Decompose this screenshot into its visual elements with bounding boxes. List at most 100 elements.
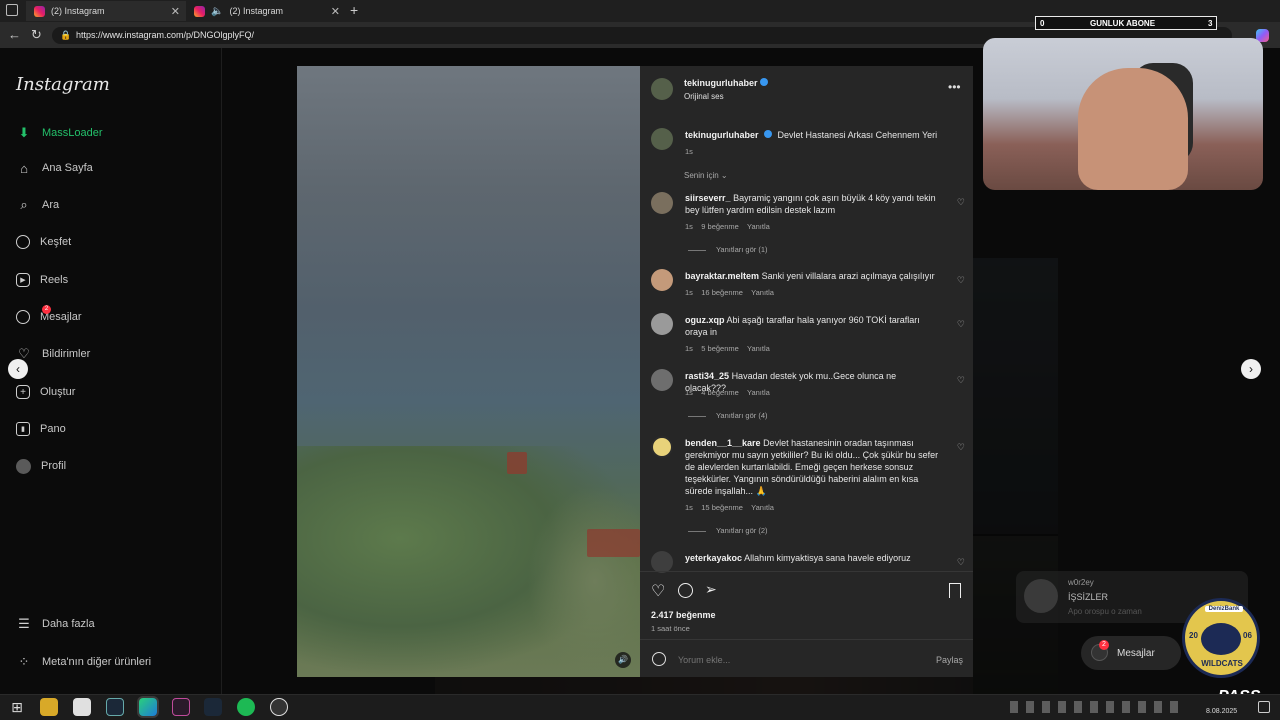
close-tab-icon[interactable]: ✕ <box>171 5 180 18</box>
sidebar-item-reels[interactable]: ▶ Reels <box>16 271 68 289</box>
avatar[interactable] <box>651 128 673 150</box>
avatar[interactable] <box>651 78 673 100</box>
sort-dropdown[interactable]: Senin için ⌄ <box>684 171 728 180</box>
comment: bayraktar.meltem Sanki yeni villalara ar… <box>685 270 937 282</box>
previous-post-button[interactable]: ‹ <box>8 359 28 379</box>
comment-likes[interactable]: 5 beğenme <box>701 344 739 353</box>
like-comment-icon[interactable]: ♡ <box>957 275 965 286</box>
like-comment-icon[interactable]: ♡ <box>957 319 965 330</box>
tab-instagram-2[interactable]: 🔈 (2) Instagram ✕ <box>186 1 346 21</box>
reply-button[interactable]: Yanıtla <box>751 503 774 512</box>
sidebar-item-search[interactable]: ⌕ Ara <box>16 196 59 214</box>
view-replies[interactable]: Yanıtları gör (4) <box>688 411 768 420</box>
sidebar-item-dashboard[interactable]: ▮ Pano <box>16 420 66 438</box>
tab-instagram-1[interactable]: (2) Instagram ✕ <box>26 1 186 21</box>
like-comment-icon[interactable]: ♡ <box>957 197 965 208</box>
comment-user[interactable]: benden__1__kare <box>685 438 761 448</box>
avatar[interactable] <box>651 369 673 391</box>
search-icon: ⌕ <box>20 197 28 212</box>
like-icon[interactable]: ♡ <box>651 581 665 601</box>
sidebar-item-home[interactable]: ⌂ Ana Sayfa <box>16 159 93 177</box>
sidebar-item-more[interactable]: ☰ Daha fazla <box>16 615 94 633</box>
sidebar-item-meta[interactable]: ⁘ Meta'nın diğer ürünleri <box>16 653 152 671</box>
emoji-icon[interactable] <box>652 652 666 666</box>
comment-user[interactable]: oguz.xqp <box>685 315 725 325</box>
site-info-icon[interactable]: 🔒 <box>60 27 71 44</box>
sidebar-item-label: Pano <box>40 423 66 435</box>
comment-likes[interactable]: 15 beğenme <box>701 503 743 512</box>
next-post-button[interactable]: › <box>1241 359 1261 379</box>
messages-chip[interactable]: 2 Mesajlar <box>1081 636 1181 670</box>
view-replies[interactable]: Yanıtları gör (2) <box>688 526 768 535</box>
instagram-sidebar <box>0 48 222 694</box>
share-icon[interactable]: ➢ <box>705 581 717 598</box>
save-icon[interactable] <box>949 583 961 598</box>
reply-button[interactable]: Yanıtla <box>747 222 770 231</box>
post-video[interactable]: 🔊 <box>297 66 640 677</box>
like-comment-icon[interactable]: ♡ <box>957 442 965 453</box>
app-icon[interactable] <box>172 698 190 716</box>
audio-label[interactable]: Orijinal ses <box>684 92 724 101</box>
avatar[interactable] <box>651 436 673 458</box>
sidebar-item-explore[interactable]: Keşfet <box>16 233 71 251</box>
comment-user[interactable]: rasti34_25 <box>685 371 729 381</box>
windows-start-icon[interactable]: ⊞ <box>8 698 26 716</box>
refresh-icon[interactable]: ↻ <box>31 27 42 43</box>
file-explorer-icon[interactable] <box>40 698 58 716</box>
sub-label: GUNLUK ABONE <box>1090 19 1156 28</box>
instagram-favicon-icon <box>34 5 45 17</box>
sidebar-item-messages[interactable]: 2 Mesajlar <box>16 305 82 326</box>
notification-icon[interactable] <box>1258 701 1270 713</box>
sidebar-item-label: Profil <box>41 460 67 472</box>
reply-button[interactable]: Yanıtla <box>751 288 774 297</box>
avatar[interactable] <box>651 313 673 335</box>
volume-icon[interactable]: 🔊 <box>615 652 631 668</box>
obs-icon[interactable] <box>270 698 288 716</box>
comment-user[interactable]: siirseverr_ <box>685 193 731 203</box>
comment-likes[interactable]: 16 beğenme <box>701 288 743 297</box>
avatar[interactable] <box>651 269 673 291</box>
comment-text: Sanki yeni villalara arazi açılmaya çalı… <box>761 271 935 281</box>
sidebar-item-profile[interactable]: Profil <box>16 457 66 475</box>
sidebar-item-massloader[interactable]: ⬇ MassLoader <box>16 124 103 142</box>
instagram-favicon-icon <box>194 5 205 17</box>
comment-user[interactable]: bayraktar.meltem <box>685 271 759 281</box>
avatar[interactable] <box>651 192 673 214</box>
reply-button[interactable]: Yanıtla <box>747 344 770 353</box>
store-icon[interactable] <box>73 698 91 716</box>
likes-count[interactable]: 2.417 beğenme <box>651 610 716 620</box>
system-tray-icons[interactable] <box>1010 701 1180 713</box>
comment-input[interactable] <box>678 653 908 667</box>
sidebar-item-create[interactable]: + Oluştur <box>16 383 75 401</box>
comment-likes[interactable]: 4 beğenme <box>701 388 739 397</box>
comment-likes[interactable]: 9 beğenme <box>701 222 739 231</box>
new-tab-button[interactable]: + <box>350 2 358 18</box>
streamer <box>1078 68 1188 190</box>
more-options-icon[interactable]: ••• <box>948 80 961 94</box>
view-replies[interactable]: Yanıtları gör (1) <box>688 245 768 254</box>
sidebar-item-notifications[interactable]: ♡ Bildirimler <box>16 345 90 363</box>
close-tab-icon[interactable]: ✕ <box>331 5 340 18</box>
share-comment-button[interactable]: Paylaş <box>936 655 963 665</box>
steam-icon[interactable] <box>106 698 124 716</box>
avatar[interactable] <box>651 551 673 573</box>
like-comment-icon[interactable]: ♡ <box>957 557 965 568</box>
like-comment-icon[interactable]: ♡ <box>957 375 965 386</box>
steam-icon[interactable] <box>204 698 222 716</box>
reply-button[interactable]: Yanıtla <box>747 388 770 397</box>
clock-date: 8.08.2025 <box>1206 708 1238 715</box>
caption-author[interactable]: tekinugurluhaber <box>685 130 759 140</box>
posted-time: 1 saat önce <box>651 624 690 633</box>
instagram-logo[interactable]: Instagram <box>16 74 110 95</box>
comment-user[interactable]: yeterkayakoc <box>685 553 742 563</box>
speaker-icon[interactable]: 🔈 <box>211 6 223 17</box>
comment-time: 1s <box>685 344 693 353</box>
comment-text: Allahım kimyaktisya sana havele ediyoruz <box>744 553 911 563</box>
comment-icon[interactable] <box>678 583 693 598</box>
back-icon[interactable]: ← <box>8 27 21 42</box>
edge-icon[interactable] <box>139 698 157 716</box>
wildcats-logo: DenizBank 20 06 WILDCATS <box>1182 598 1260 678</box>
spotify-icon[interactable] <box>237 698 255 716</box>
post-author[interactable]: tekinugurluhaber <box>684 78 758 88</box>
tab-actions-icon[interactable] <box>6 4 18 16</box>
